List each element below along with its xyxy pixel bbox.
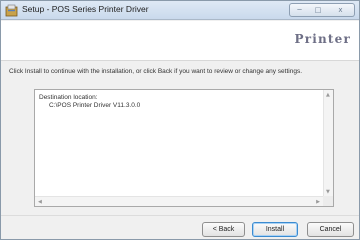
wizard-footer: < Back Install Cancel [1, 215, 359, 239]
cancel-button[interactable]: Cancel [307, 222, 354, 237]
back-button[interactable]: < Back [202, 222, 245, 237]
vertical-scrollbar[interactable]: ▲ ▼ [323, 90, 333, 197]
maximize-icon: □ [314, 6, 322, 14]
scroll-down-icon[interactable]: ▼ [326, 189, 330, 195]
destination-label: Destination location: [39, 94, 98, 101]
install-button[interactable]: Install [252, 222, 298, 237]
wizard-content: Click Install to continue with the insta… [1, 62, 359, 214]
scroll-right-icon[interactable]: ▶ [316, 199, 320, 205]
scrollbar-corner [323, 196, 333, 206]
close-icon: x [338, 6, 343, 14]
setup-window: Setup - POS Series Printer Driver ─ □ x … [0, 0, 360, 240]
wizard-header: Printer [1, 21, 359, 61]
title-bar[interactable]: Setup - POS Series Printer Driver ─ □ x [1, 1, 359, 20]
window-title: Setup - POS Series Printer Driver [22, 4, 149, 14]
scroll-up-icon[interactable]: ▲ [326, 92, 330, 98]
maximize-button[interactable]: □ [309, 3, 328, 17]
minimize-button[interactable]: ─ [289, 3, 310, 17]
destination-path: C:\POS Printer Driver V11.3.0.0 [49, 102, 141, 109]
minimize-icon: ─ [297, 6, 302, 14]
scroll-left-icon[interactable]: ◀ [38, 199, 42, 205]
horizontal-scrollbar[interactable]: ◀ ▶ [35, 196, 323, 206]
ready-summary-memo[interactable]: Destination location: C:\POS Printer Dri… [34, 89, 334, 207]
setup-app-icon [5, 4, 18, 17]
close-button[interactable]: x [327, 3, 355, 17]
instructions-text: Click Install to continue with the insta… [9, 68, 303, 75]
brand-logo-text: Printer [294, 32, 351, 46]
